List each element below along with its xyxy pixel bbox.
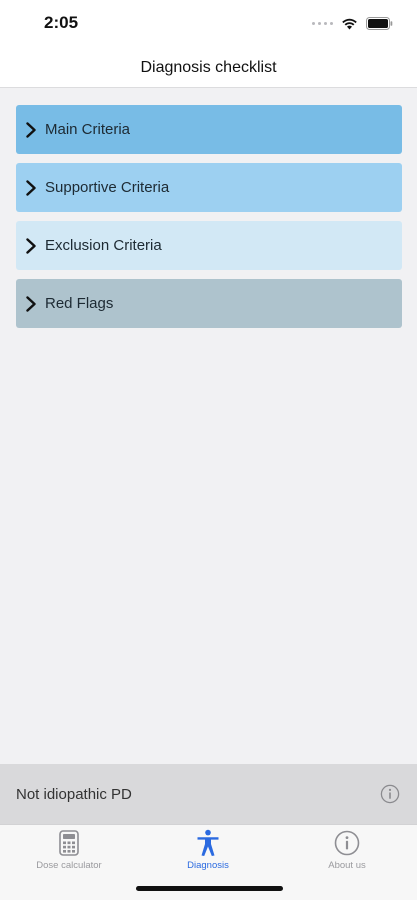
tab-label: Dose calculator	[36, 860, 102, 871]
navigation-bar: Diagnosis checklist	[0, 48, 417, 88]
tab-dose-calculator[interactable]: Dose calculator	[9, 829, 129, 877]
diagnosis-result-text: Not idiopathic PD	[16, 785, 132, 803]
battery-icon	[366, 16, 393, 30]
cellular-signal-icon	[312, 21, 333, 25]
tab-label: About us	[328, 860, 366, 871]
section-supportive-criteria[interactable]: Supportive Criteria	[16, 163, 402, 212]
chevron-right-icon	[25, 121, 39, 139]
status-bar: 2:05	[0, 0, 417, 48]
diagnosis-result-bar: Not idiopathic PD	[0, 764, 417, 824]
chevron-right-icon	[25, 295, 39, 313]
calculator-icon	[55, 829, 83, 857]
section-main-criteria[interactable]: Main Criteria	[16, 105, 402, 154]
chevron-right-icon	[25, 237, 39, 255]
home-indicator[interactable]	[136, 886, 283, 891]
info-circle-icon[interactable]	[380, 784, 400, 804]
person-icon	[194, 829, 222, 857]
tab-about-us[interactable]: About us	[287, 829, 407, 877]
section-label: Red Flags	[45, 295, 114, 312]
section-label: Main Criteria	[45, 121, 131, 138]
criteria-list: Main Criteria Supportive Criteria Exclus…	[16, 105, 402, 328]
section-label: Supportive Criteria	[45, 179, 170, 196]
info-circle-icon	[333, 829, 361, 857]
page-title: Diagnosis checklist	[140, 58, 277, 76]
section-exclusion-criteria[interactable]: Exclusion Criteria	[16, 221, 402, 270]
wifi-icon	[342, 18, 357, 29]
section-label: Exclusion Criteria	[45, 237, 162, 254]
status-time: 2:05	[44, 13, 79, 32]
chevron-right-icon	[25, 179, 39, 197]
tab-label: Diagnosis	[187, 860, 229, 871]
tab-diagnosis[interactable]: Diagnosis	[148, 829, 268, 877]
section-red-flags[interactable]: Red Flags	[16, 279, 402, 328]
status-icons	[312, 15, 393, 31]
